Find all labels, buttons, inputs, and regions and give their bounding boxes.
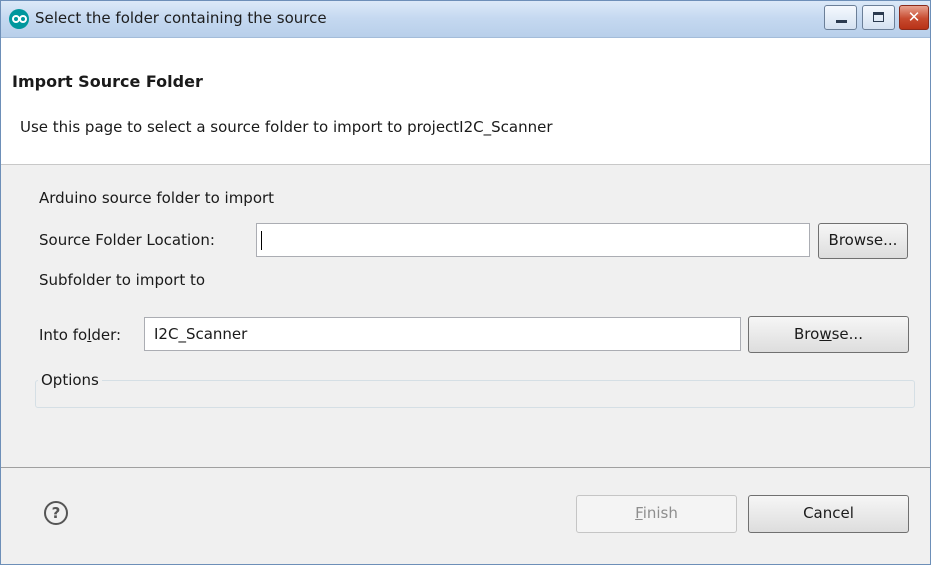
- source-location-input[interactable]: [256, 223, 810, 257]
- close-icon: ✕: [907, 8, 921, 26]
- text-caret: [261, 231, 262, 250]
- page-description: Use this page to select a source folder …: [20, 118, 553, 136]
- cancel-button[interactable]: Cancel: [748, 495, 909, 533]
- arduino-icon: [9, 9, 29, 29]
- options-legend: Options: [38, 371, 102, 389]
- maximize-icon: [873, 12, 884, 22]
- options-group: [35, 380, 915, 408]
- maximize-button[interactable]: [862, 5, 895, 30]
- source-location-label: Source Folder Location:: [39, 231, 215, 249]
- target-browse-button[interactable]: Browse...: [748, 316, 909, 353]
- wizard-header: Import Source Folder Use this page to se…: [1, 38, 930, 165]
- finish-button[interactable]: Finish: [576, 495, 737, 533]
- page-title: Import Source Folder: [12, 72, 203, 91]
- source-section-label: Arduino source folder to import: [39, 189, 275, 207]
- minimize-icon: [836, 20, 847, 23]
- footer-separator: [1, 467, 930, 468]
- source-browse-button[interactable]: Browse...: [818, 223, 908, 259]
- into-folder-label: Into folder:: [39, 326, 122, 344]
- target-section-label: Subfolder to import to: [39, 271, 206, 289]
- help-icon[interactable]: ?: [44, 501, 68, 525]
- into-folder-input[interactable]: I2C_Scanner: [144, 317, 741, 351]
- window-title: Select the folder containing the source: [35, 9, 327, 27]
- minimize-button[interactable]: [824, 5, 857, 30]
- close-button[interactable]: ✕: [899, 5, 929, 30]
- import-dialog: Select the folder containing the source …: [0, 0, 931, 565]
- title-bar[interactable]: Select the folder containing the source …: [1, 1, 930, 38]
